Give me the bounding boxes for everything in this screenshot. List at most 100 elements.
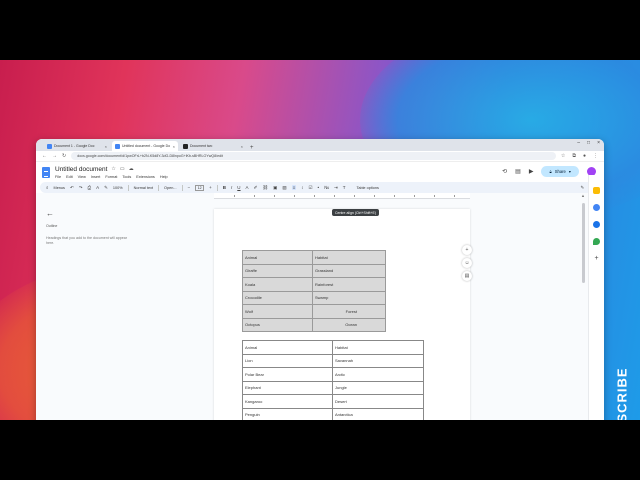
star-icon[interactable]: ☆ (111, 166, 115, 172)
close-icon[interactable]: × (105, 144, 107, 149)
italic-icon[interactable]: I (231, 185, 232, 190)
horizontal-ruler[interactable] (214, 193, 470, 199)
table-cell[interactable]: Koala (242, 277, 313, 292)
image-icon[interactable]: ▨ (282, 185, 286, 191)
table-cell[interactable]: Octopus (242, 317, 313, 332)
table-cell[interactable]: Lion (242, 353, 333, 368)
underline-icon[interactable]: U (237, 185, 240, 190)
table-cell[interactable]: Elephant (242, 380, 333, 395)
table-cell[interactable]: Kangaroo (242, 394, 333, 409)
table-cell[interactable]: Antarctica (332, 407, 424, 420)
line-spacing-icon[interactable]: ↕ (301, 185, 303, 190)
bookmark-icon[interactable]: ☆ (561, 153, 565, 159)
url-field[interactable]: docs.google.com/document/d/1pwOFrL+b2N-K… (71, 152, 556, 160)
table-cell[interactable]: Swamp (312, 290, 386, 305)
font-select[interactable]: Open... (164, 186, 176, 190)
table-options-button[interactable]: Table options (356, 186, 378, 190)
table-cell[interactable]: Arctic (332, 367, 424, 382)
indent-icon[interactable]: ⇥ (334, 185, 338, 191)
search-menus-icon[interactable]: ⌕ (46, 185, 49, 190)
link-icon[interactable]: ⛓ (262, 185, 268, 191)
document-title[interactable]: Untitled document (55, 166, 107, 173)
table-cell[interactable]: Penguin (242, 407, 333, 420)
table-cell[interactable]: Desert (332, 394, 424, 409)
menu-view[interactable]: View (78, 175, 86, 179)
close-icon[interactable]: × (173, 144, 175, 149)
vertical-scrollbar[interactable]: ▲ ▼ (581, 193, 586, 420)
editing-mode-icon[interactable]: ✎ (580, 185, 584, 191)
version-history-icon[interactable]: ⟲ (502, 168, 507, 175)
table-cell[interactable]: Habitat (332, 340, 424, 355)
forward-icon[interactable]: → (52, 153, 57, 159)
contacts-icon[interactable] (593, 221, 600, 228)
menu-insert[interactable]: Insert (91, 175, 101, 179)
browser-tab-1[interactable]: Document 1 - Google Doc × (44, 141, 110, 151)
menu-edit[interactable]: Edit (66, 175, 73, 179)
cloud-status-icon[interactable]: ☁ (129, 166, 134, 172)
plain-table[interactable]: Animal Habitat Lion Savannah Polar Bear … (242, 340, 424, 420)
back-arrow-icon[interactable]: ← (46, 209, 126, 218)
suggest-edits-icon[interactable]: ▤ (462, 271, 472, 281)
table-cell[interactable]: Habitat (312, 250, 386, 265)
bold-icon[interactable]: B (223, 185, 226, 190)
clear-format-icon[interactable]: T (343, 185, 346, 190)
table-cell[interactable]: Animal (242, 340, 333, 355)
scroll-thumb[interactable] (582, 203, 585, 283)
print-icon[interactable]: ⎙ (88, 185, 92, 190)
zoom-select[interactable]: 100% (113, 186, 123, 190)
table-cell[interactable]: Giraffe (242, 263, 313, 278)
comments-icon[interactable]: ▤ (515, 168, 521, 175)
profile-icon[interactable]: ● (583, 153, 586, 159)
emoji-reaction-icon[interactable]: ☺ (462, 258, 472, 268)
style-select[interactable]: Normal text (134, 186, 153, 190)
redo-icon[interactable]: ↷ (79, 185, 83, 191)
close-icon[interactable]: × (241, 144, 243, 149)
menu-extensions[interactable]: Extensions (136, 175, 155, 179)
table-cell[interactable]: Savannah (332, 353, 424, 368)
share-button[interactable]: 🔒︎ Share ▾ (541, 166, 579, 177)
paint-format-icon[interactable]: ✎ (104, 185, 108, 191)
minimize-icon[interactable]: – (577, 140, 580, 146)
table-cell[interactable]: Wolf (242, 304, 313, 319)
table-cell[interactable]: Polar Bear (242, 367, 333, 382)
comment-icon[interactable]: ▣ (273, 185, 277, 191)
text-color-icon[interactable]: A (246, 185, 249, 190)
menus-search[interactable]: Menus (54, 186, 65, 190)
maps-icon[interactable] (593, 238, 600, 245)
google-docs-logo-icon[interactable] (42, 166, 50, 178)
shaded-table[interactable]: Animal Habitat Giraffe Grassland Koala R… (242, 250, 386, 332)
table-cell[interactable]: Rainforest (312, 277, 386, 292)
meet-icon[interactable]: ▶ (529, 168, 534, 175)
menu-file[interactable]: File (55, 175, 61, 179)
new-tab-button[interactable]: + (250, 145, 254, 151)
menu-format[interactable]: Format (105, 175, 117, 179)
document-page[interactable]: Animal Habitat Giraffe Grassland Koala R… (214, 209, 470, 420)
bulleted-list-icon[interactable]: • (318, 185, 320, 190)
table-cell[interactable]: Forest (312, 304, 386, 319)
checklist-icon[interactable]: ☑ (308, 185, 312, 191)
increase-font-icon[interactable]: + (209, 185, 212, 190)
browser-tab-3[interactable]: Document two × (180, 141, 246, 151)
browser-tab-2[interactable]: Untitled document - Google Do × (112, 141, 178, 151)
numbered-list-icon[interactable]: № (324, 185, 329, 190)
reload-icon[interactable]: ↻ (62, 153, 66, 159)
add-addon-icon[interactable]: + (593, 255, 600, 262)
add-comment-icon[interactable]: + (462, 245, 472, 255)
back-icon[interactable]: ← (42, 153, 47, 159)
decrease-font-icon[interactable]: − (188, 185, 191, 190)
table-cell[interactable]: Crocodile (242, 290, 313, 305)
maximize-icon[interactable]: □ (587, 140, 590, 146)
undo-icon[interactable]: ↶ (70, 185, 74, 191)
table-cell[interactable]: Jungle (332, 380, 424, 395)
highlight-icon[interactable]: ✐ (254, 185, 258, 191)
align-icon[interactable]: ≡ (291, 185, 297, 190)
table-cell[interactable]: Ocean (312, 317, 386, 332)
menu-tools[interactable]: Tools (122, 175, 131, 179)
keep-icon[interactable] (593, 187, 600, 194)
extensions-icon[interactable]: ⧉ (572, 153, 576, 159)
close-window-icon[interactable]: × (597, 140, 600, 146)
font-size-input[interactable]: 12 (195, 184, 205, 191)
table-cell[interactable]: Animal (242, 250, 313, 265)
scroll-up-icon[interactable]: ▲ (581, 193, 585, 198)
menu-icon[interactable]: ⋮ (593, 153, 598, 159)
